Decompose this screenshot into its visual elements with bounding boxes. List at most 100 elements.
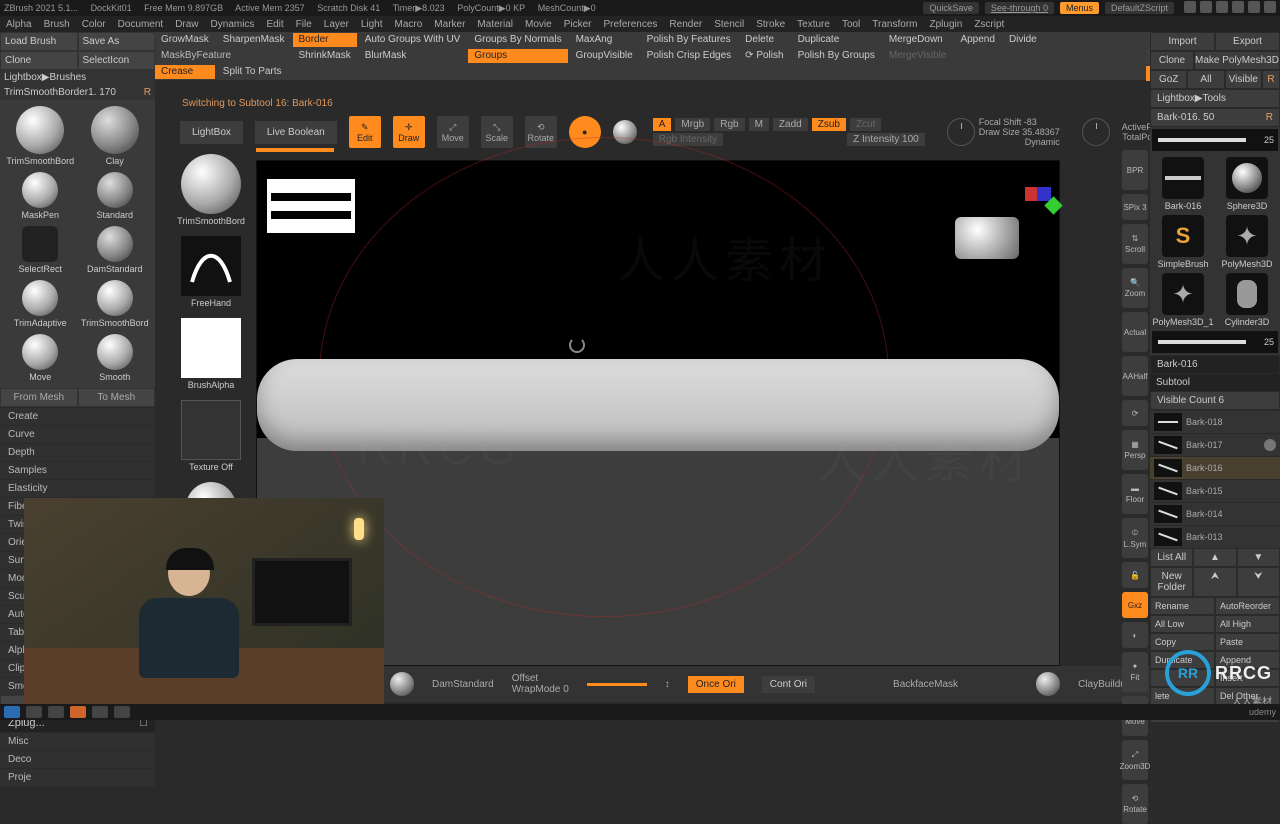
- visible-count[interactable]: Visible Count 6: [1150, 391, 1280, 410]
- menu-picker[interactable]: Picker: [564, 19, 592, 30]
- sharpenmask[interactable]: SharpenMask: [217, 33, 291, 47]
- pg-border[interactable]: Border: [293, 33, 357, 47]
- list-all[interactable]: List All: [1150, 548, 1193, 567]
- menu-alpha[interactable]: Alpha: [6, 19, 32, 30]
- current-brush[interactable]: TrimSmoothBorder1. 170: [4, 87, 116, 98]
- brush-trimsmooth[interactable]: TrimSmoothBord: [6, 106, 75, 166]
- zoom3d-button[interactable]: ⤢Zoom3D: [1122, 740, 1148, 780]
- brush-slot[interactable]: TrimSmoothBord: [176, 150, 246, 232]
- menu-movie[interactable]: Movie: [525, 19, 552, 30]
- app-icon-2[interactable]: [114, 706, 130, 718]
- import-button[interactable]: Import: [1150, 32, 1215, 51]
- menu-light[interactable]: Light: [361, 19, 383, 30]
- tool-polymesh1[interactable]: PolyMesh3D_1: [1152, 271, 1214, 327]
- menu-material[interactable]: Material: [477, 19, 513, 30]
- max-angle[interactable]: MaxAng: [570, 33, 639, 47]
- arrow-down-icon[interactable]: ▼: [1237, 548, 1280, 567]
- blurmask[interactable]: BlurMask: [359, 49, 467, 63]
- polish-btn[interactable]: ⟳ Polish: [739, 49, 789, 63]
- clone-brush[interactable]: Clone: [0, 51, 78, 70]
- menu-transform[interactable]: Transform: [872, 19, 917, 30]
- once-ori[interactable]: Once Ori: [688, 676, 744, 693]
- goz-visible[interactable]: Visible: [1225, 70, 1262, 89]
- menu-file[interactable]: File: [296, 19, 312, 30]
- tool-bark[interactable]: Bark-016: [1152, 155, 1214, 211]
- search-icon[interactable]: [26, 706, 42, 718]
- new-folder[interactable]: New Folder: [1150, 567, 1193, 597]
- eye-icon[interactable]: [1264, 439, 1276, 451]
- gxz-button[interactable]: Gxz: [1122, 592, 1148, 618]
- r-flag[interactable]: R: [1262, 70, 1280, 89]
- focal-shift[interactable]: Focal Shift -83: [979, 117, 1060, 127]
- sect-create[interactable]: Create: [0, 407, 155, 425]
- start-icon[interactable]: [4, 706, 20, 718]
- menu-tool[interactable]: Tool: [842, 19, 860, 30]
- menu-dynamics[interactable]: Dynamics: [211, 19, 255, 30]
- actual-button[interactable]: Actual: [1122, 312, 1148, 352]
- menu-color[interactable]: Color: [82, 19, 106, 30]
- brush-selectrect[interactable]: SelectRect: [6, 226, 75, 274]
- spix-button[interactable]: SPix 3: [1122, 194, 1148, 220]
- cont-ori[interactable]: Cont Ori: [762, 676, 815, 693]
- brush-clay[interactable]: Clay: [81, 106, 150, 166]
- size-dial[interactable]: [1082, 118, 1110, 146]
- aahalf-button[interactable]: AAHalf: [1122, 356, 1148, 396]
- menu-preferences[interactable]: Preferences: [603, 19, 657, 30]
- alllow-button[interactable]: All Low: [1150, 615, 1215, 633]
- liveboolean-button[interactable]: Live Boolean: [255, 121, 337, 144]
- menu-document[interactable]: Document: [118, 19, 164, 30]
- brush-standard[interactable]: Standard: [81, 172, 150, 220]
- lsym-button[interactable]: ⦶L.Sym: [1122, 518, 1148, 558]
- arrow-up-icon[interactable]: ▲: [1193, 548, 1236, 567]
- divide-btn[interactable]: Divide: [1003, 33, 1043, 47]
- scale-mode[interactable]: ⤡Scale: [481, 116, 513, 148]
- duplicate-btn[interactable]: Duplicate: [792, 33, 881, 47]
- brush-move[interactable]: Move: [6, 334, 75, 382]
- explorer-icon[interactable]: [48, 706, 64, 718]
- tool-cylinder3d[interactable]: Cylinder3D: [1216, 271, 1278, 327]
- menu-brush[interactable]: Brush: [44, 19, 70, 30]
- window-controls[interactable]: [1180, 1, 1276, 15]
- menu-zscript[interactable]: Zscript: [974, 19, 1004, 30]
- menu-zplugin[interactable]: Zplugin: [930, 19, 963, 30]
- offset-slider[interactable]: [587, 683, 647, 686]
- dynamic-toggle[interactable]: Dynamic: [979, 137, 1060, 147]
- brush-trimsmooth2[interactable]: TrimSmoothBord: [81, 280, 150, 328]
- menu-stencil[interactable]: Stencil: [714, 19, 744, 30]
- paste-button[interactable]: Paste: [1215, 633, 1280, 651]
- select-icon[interactable]: SelectIcon: [78, 51, 156, 70]
- menu-edit[interactable]: Edit: [266, 19, 283, 30]
- dynamic-icon[interactable]: ⟳: [1122, 400, 1148, 426]
- goz-all[interactable]: All: [1187, 70, 1224, 89]
- export-button[interactable]: Export: [1215, 32, 1280, 51]
- menu-stroke[interactable]: Stroke: [756, 19, 785, 30]
- firefox-icon[interactable]: [70, 706, 86, 718]
- current-tool[interactable]: Bark-016. 50R: [1150, 108, 1280, 127]
- move-mode[interactable]: ⤢Move: [437, 116, 469, 148]
- taskbar[interactable]: udemy: [0, 704, 1280, 720]
- channel-m[interactable]: M: [749, 118, 769, 131]
- delete-btn[interactable]: Delete: [739, 33, 789, 47]
- lightbox-tools[interactable]: Lightbox▶Tools: [1150, 89, 1280, 108]
- damstandard-ball[interactable]: [390, 672, 414, 696]
- axis-gizmo[interactable]: [1025, 179, 1055, 209]
- tool-bark2[interactable]: Bark-016: [1150, 355, 1280, 374]
- polish-crisp[interactable]: Polish Crisp Edges: [641, 49, 737, 63]
- draw-size[interactable]: Draw Size 35.48367: [979, 127, 1060, 137]
- offset-label[interactable]: Offset: [512, 673, 569, 684]
- groups-normals[interactable]: Groups By Normals: [468, 33, 567, 47]
- z-intensity[interactable]: Z Intensity 100: [847, 133, 925, 146]
- lightbox-button[interactable]: LightBox: [180, 121, 243, 144]
- menu-marker[interactable]: Marker: [434, 19, 465, 30]
- goz-button[interactable]: GoZ: [1150, 70, 1187, 89]
- mergevisible-btn[interactable]: MergeVisible: [883, 49, 953, 63]
- shrinkmask[interactable]: ShrinkMask: [293, 49, 357, 63]
- subtool-bark018[interactable]: Bark-018: [1150, 410, 1280, 433]
- autoreorder-button[interactable]: AutoReorder: [1215, 597, 1280, 615]
- split-parts[interactable]: Split To Parts: [217, 65, 291, 79]
- solo-icon[interactable]: ◐: [1122, 622, 1148, 648]
- polish-features[interactable]: Polish By Features: [641, 33, 737, 47]
- tool-polymesh[interactable]: PolyMesh3D: [1216, 213, 1278, 269]
- move-down-icon[interactable]: ⮟: [1237, 567, 1280, 597]
- menu-layer[interactable]: Layer: [324, 19, 349, 30]
